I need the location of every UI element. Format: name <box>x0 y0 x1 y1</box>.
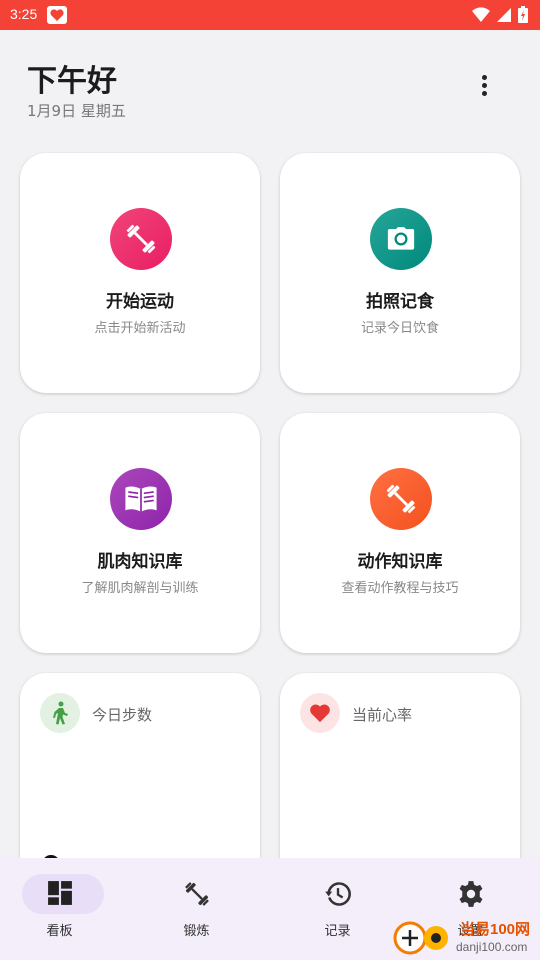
card-subtitle: 查看动作教程与技巧 <box>341 581 459 596</box>
battery-icon <box>518 6 528 23</box>
exercise-library-card[interactable]: 动作知识库 查看动作教程与技巧 <box>280 413 520 653</box>
book-icon <box>110 468 172 530</box>
nav-label: 锻炼 <box>183 924 210 939</box>
steps-label: 今日步数 <box>92 706 153 724</box>
nav-label: 记录 <box>324 924 351 939</box>
nav-label: 看板 <box>46 924 73 939</box>
watermark: 当易100网 danji100.com <box>392 916 540 960</box>
status-time: 3:25 <box>10 6 38 22</box>
card-subtitle: 点击开始新活动 <box>94 321 186 336</box>
nav-item-workout[interactable]: 锻炼 <box>135 858 270 960</box>
date-label: 1月9日 星期五 <box>27 102 126 120</box>
watermark-logo-icon <box>392 920 454 956</box>
start-workout-card[interactable]: 开始运动 点击开始新活动 <box>20 153 260 393</box>
card-subtitle: 记录今日饮食 <box>360 321 439 336</box>
camera-icon <box>370 208 432 270</box>
card-title: 肌肉知识库 <box>97 552 183 572</box>
nav-item-history[interactable]: 记录 <box>270 858 405 960</box>
wifi-icon <box>472 6 490 22</box>
page-title: 下午好 <box>27 64 117 99</box>
heart-icon <box>300 693 340 733</box>
more-dot-icon <box>481 83 487 88</box>
walking-icon <box>40 693 80 733</box>
card-title: 动作知识库 <box>357 552 443 572</box>
history-icon <box>324 882 351 906</box>
photo-food-card[interactable]: 拍照记食 记录今日饮食 <box>280 153 520 393</box>
muscle-library-card[interactable]: 肌肉知识库 了解肌肉解剖与训练 <box>20 413 260 653</box>
card-title: 拍照记食 <box>366 292 434 312</box>
more-dot-icon <box>481 75 487 80</box>
nav-item-dashboard[interactable]: 看板 <box>0 858 135 960</box>
header: 下午好 1月9日 星期五 <box>0 30 540 140</box>
watermark-domain: danji100.com <box>456 940 528 954</box>
more-menu-button[interactable] <box>470 72 498 108</box>
dashboard-icon <box>47 881 72 905</box>
card-subtitle: 了解肌肉解剖与训练 <box>81 581 199 596</box>
dumbbell-icon <box>110 208 172 270</box>
status-bar: 3:25 <box>0 0 540 30</box>
settings-icon <box>459 881 482 907</box>
card-title: 开始运动 <box>106 292 174 312</box>
dumbbell-icon <box>370 468 432 530</box>
signal-icon <box>497 7 511 22</box>
more-dot-icon <box>481 91 487 96</box>
watermark-text: 当易100网 <box>460 921 531 938</box>
fitness-icon <box>184 882 209 906</box>
app-notification-icon <box>47 6 67 24</box>
heart-rate-label: 当前心率 <box>352 706 413 724</box>
